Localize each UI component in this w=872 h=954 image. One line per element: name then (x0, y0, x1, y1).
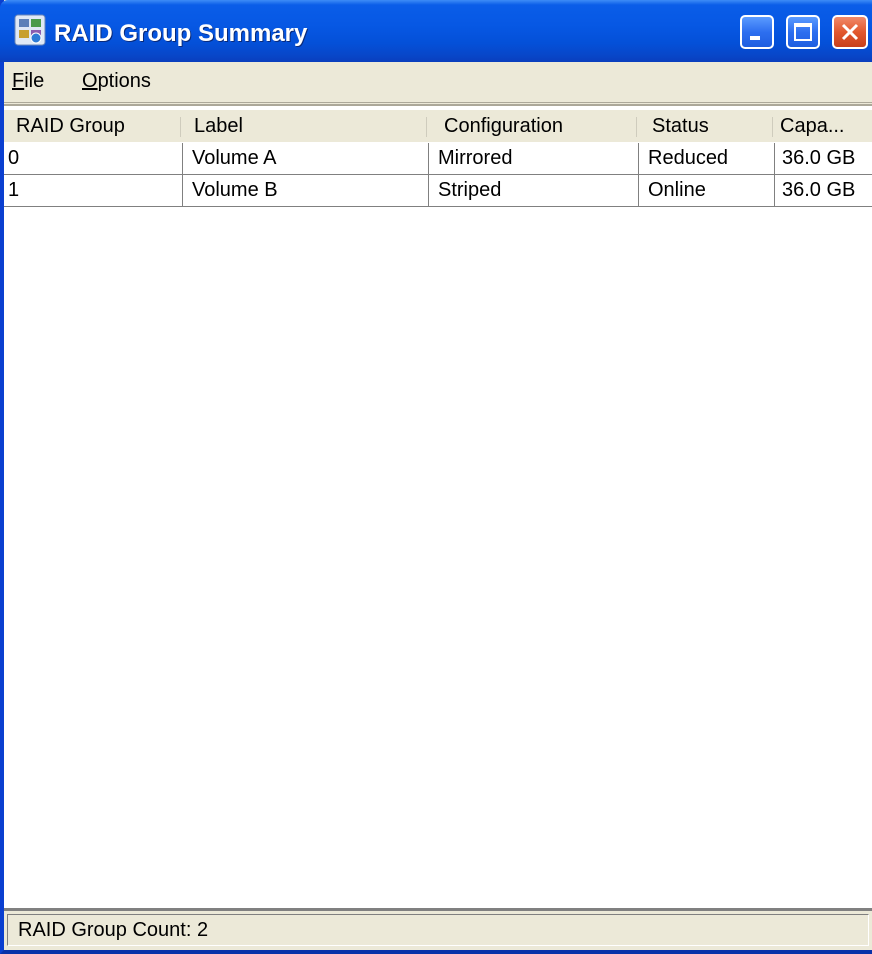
cell-status: Online (648, 179, 706, 201)
column-divider[interactable] (180, 117, 181, 137)
table-row[interactable]: 0 Volume A Mirrored Reduced 36.0 GB (4, 143, 872, 175)
column-header-status[interactable]: Status (652, 110, 762, 142)
status-bar: RAID Group Count: 2 (4, 908, 872, 950)
cell-configuration: Striped (438, 179, 502, 201)
menu-options-label: ptions (97, 70, 151, 92)
window-title: RAID Group Summary (54, 20, 308, 47)
raid-group-count: RAID Group Count: 2 (18, 919, 209, 941)
cell-configuration: Mirrored (438, 147, 513, 169)
close-icon (841, 23, 859, 41)
cell-divider (638, 143, 639, 174)
column-header-raid-group[interactable]: RAID Group (16, 110, 176, 142)
cell-divider (428, 143, 429, 174)
table-header: RAID Group Label Configuration Status Ca… (4, 110, 872, 143)
column-divider[interactable] (772, 117, 773, 137)
menu-bar: File Options (4, 62, 872, 103)
minimize-button[interactable] (740, 15, 774, 49)
minimize-icon (750, 36, 760, 40)
cell-divider (774, 175, 775, 206)
cell-divider (182, 175, 183, 206)
column-divider[interactable] (426, 117, 427, 137)
table-row[interactable]: 1 Volume B Striped Online 36.0 GB (4, 175, 872, 207)
cell-capacity: 36.0 GB (782, 147, 856, 169)
raid-app-icon[interactable] (14, 14, 46, 46)
raid-group-summary-window: RAID Group Summary File Options RAID Gro… (0, 0, 872, 954)
maximize-icon (794, 23, 812, 41)
maximize-button[interactable] (786, 15, 820, 49)
cell-label: Volume B (192, 179, 278, 201)
cell-status: Reduced (648, 147, 729, 169)
menu-file-mnemonic: F (12, 70, 25, 92)
menu-options-mnemonic: O (82, 70, 98, 92)
cell-label: Volume A (192, 147, 277, 169)
cell-raid-group: 1 (8, 179, 20, 201)
column-header-label[interactable]: Label (194, 110, 414, 142)
column-divider[interactable] (636, 117, 637, 137)
cell-raid-group: 0 (8, 147, 20, 169)
column-header-capacity[interactable]: Capa... (780, 110, 872, 142)
cell-divider (182, 143, 183, 174)
cell-capacity: 36.0 GB (782, 179, 856, 201)
raid-group-table[interactable]: RAID Group Label Configuration Status Ca… (4, 104, 872, 908)
menu-options[interactable]: Options (82, 70, 151, 93)
status-panel: RAID Group Count: 2 (7, 914, 869, 946)
column-header-configuration[interactable]: Configuration (444, 110, 634, 142)
cell-divider (638, 175, 639, 206)
menu-file-label: ile (24, 70, 45, 92)
cell-divider (428, 175, 429, 206)
close-button[interactable] (832, 15, 868, 49)
cell-divider (774, 143, 775, 174)
title-bar[interactable]: RAID Group Summary (0, 0, 872, 62)
menu-file[interactable]: File (12, 70, 44, 93)
